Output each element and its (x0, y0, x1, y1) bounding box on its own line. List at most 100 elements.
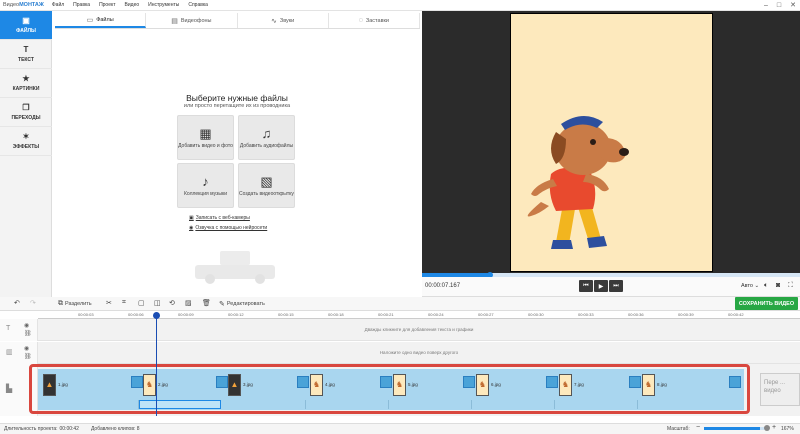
skip-forward-icon: ⏭ (613, 282, 619, 289)
zoom-out-icon[interactable]: − (696, 424, 700, 431)
tab-label: Заставки (365, 17, 389, 24)
menu-help[interactable]: Справка (188, 2, 208, 8)
intro-icon: ◌ (358, 17, 363, 24)
ruler-tick: 00:00:39 (678, 312, 694, 317)
transitions-icon: ❐ (22, 102, 30, 112)
maximize-button[interactable]: □ (777, 1, 781, 10)
redo-icon[interactable]: ↷ (30, 299, 36, 307)
timecode: 00:00:07.167 (425, 283, 461, 289)
sidebar-item-files[interactable]: ▣ ФАЙЛЫ (0, 11, 52, 40)
text-track-hint: Дважды кликните для добавления текста и … (364, 327, 474, 332)
ruler-tick: 00:00:18 (328, 312, 344, 317)
sidebar-item-transitions[interactable]: ❐ ПЕРЕХОДЫ (0, 98, 52, 127)
link-icon[interactable]: ⛓ (24, 330, 32, 337)
text-track[interactable]: Дважды кликните для добавления текста и … (38, 319, 800, 341)
tab-files[interactable]: ▭ Файлы (55, 13, 147, 28)
ruler-tick: 00:00:24 (428, 312, 444, 317)
tab-video-backgrounds[interactable]: ▤ Видеофоны (146, 13, 238, 28)
watermark-illustration (195, 251, 275, 284)
clip-icon[interactable]: ◫ (154, 299, 161, 307)
next-frame-button[interactable]: ⏭ (609, 280, 623, 292)
menu-file[interactable]: Файл (52, 2, 64, 8)
fullscreen-icon[interactable]: ⛶ (788, 282, 793, 290)
volume-icon[interactable]: 🔈︎ (764, 282, 768, 290)
music-collection-button[interactable]: ♪ Коллекция музыки (177, 163, 234, 208)
sidebar-item-effects[interactable]: ✶ ЭФФЕКТЫ (0, 127, 52, 156)
rotate-icon[interactable]: ⟲ (169, 299, 175, 307)
tile-label: Создать видеооткрытку (239, 190, 294, 197)
snapshot-icon[interactable]: ◙ (776, 282, 780, 289)
app-logo: ВидеоМОНТАЖ (3, 2, 44, 8)
folder-icon: ▭ (86, 16, 94, 24)
split-button[interactable]: ⧉ Разделить (58, 300, 92, 308)
close-button[interactable]: ✕ (790, 1, 796, 10)
sidebar-item-text[interactable]: T ТЕКСТ (0, 40, 52, 69)
aspect-value: Авто (741, 283, 753, 289)
skip-back-icon: ⏮ (583, 282, 589, 289)
link-label: Записать с веб-камеры (195, 215, 250, 221)
ruler-tick: 00:00:42 (728, 312, 744, 317)
sidebar-item-label: ПЕРЕХОДЫ (11, 114, 41, 121)
ruler-tick: 00:00:03 (78, 312, 94, 317)
edit-button[interactable]: ✎ Редактировать (219, 300, 265, 308)
title-bar: ВидеоМОНТАЖ Файл Правка Проект Видео Инс… (0, 0, 800, 11)
postcard-icon: ▧ (260, 173, 273, 189)
zoom-in-icon[interactable]: + (772, 424, 776, 431)
zoom-label: Масштаб: (667, 426, 690, 432)
magic-wand-icon: ✶ (22, 131, 30, 141)
status-bar: Длительность проекта: 00:00:42 Добавлено… (0, 423, 800, 434)
sidebar-item-pictures[interactable]: ★ КАРТИНКИ (0, 69, 52, 98)
playhead-handle[interactable] (153, 312, 160, 319)
visibility-icon[interactable]: ◉ (24, 322, 29, 329)
highlight-frame (29, 364, 750, 414)
ruler-tick: 00:00:06 (128, 312, 144, 317)
prev-frame-button[interactable]: ⏮ (579, 280, 593, 292)
play-button[interactable]: ▶ (594, 280, 608, 292)
music-note-icon: ♪ (202, 173, 209, 189)
ruler-tick: 00:00:15 (278, 312, 294, 317)
zoom-slider-handle[interactable] (764, 425, 770, 431)
tab-intros[interactable]: ◌ Заставки (329, 13, 420, 28)
add-audio-button[interactable]: ♫ Добавить аудиофайлы (238, 115, 295, 160)
menu-video[interactable]: Видео (125, 2, 140, 8)
ruler-tick: 00:00:36 (628, 312, 644, 317)
save-video-button[interactable]: СОХРАНИТЬ ВИДЕО (735, 297, 798, 310)
files-panel: Выберите нужные файлы или просто перетащ… (52, 30, 422, 298)
crop-icon[interactable]: ⌗ (122, 299, 126, 307)
delete-icon[interactable]: 🗑︎ (202, 299, 211, 307)
drop-placeholder[interactable]: Пере ... видео (760, 373, 800, 406)
visibility-icon[interactable]: ◉ (24, 345, 29, 352)
audio-file-icon: ♫ (261, 125, 272, 141)
video-preview-canvas[interactable] (510, 13, 713, 272)
link-icon[interactable]: ⛓ (24, 353, 32, 360)
text-track-header: T ◉ ⛓ (0, 319, 38, 341)
tile-label: Добавить видео и фото (178, 142, 233, 149)
tab-label: Файлы (96, 16, 114, 23)
star-icon: ★ (22, 73, 30, 83)
tab-label: Звуки (279, 17, 295, 24)
menu-edit[interactable]: Правка (73, 2, 90, 8)
undo-icon[interactable]: ↶ (14, 299, 20, 307)
ruler-tick: 00:00:21 (378, 312, 394, 317)
frame-icon[interactable]: ▢ (138, 299, 145, 307)
ai-icon: ◉ (189, 225, 194, 231)
overlay-track[interactable]: Наложите одно видео поверх другого (38, 342, 800, 364)
webcam-link[interactable]: ▣ Записать с веб-камеры (189, 215, 250, 221)
tab-sounds[interactable]: ∿ Звуки (238, 13, 329, 28)
ruler-tick: 00:00:09 (178, 312, 194, 317)
image-icon[interactable]: ▨ (185, 299, 192, 307)
tab-label: Видеофоны (180, 17, 212, 24)
menu-tools[interactable]: Инструменты (148, 2, 179, 8)
playhead[interactable] (156, 313, 157, 416)
tile-label: Коллекция музыки (183, 190, 227, 197)
create-postcard-button[interactable]: ▧ Создать видеооткрытку (238, 163, 295, 208)
add-media-button[interactable]: ▦ Добавить видео и фото (177, 115, 234, 160)
sidebar-item-label: ФАЙЛЫ (16, 27, 36, 34)
minimize-button[interactable]: – (764, 1, 768, 10)
zoom-value: 167% (781, 426, 794, 432)
ai-voiceover-link[interactable]: ◉ Озвучка с помощью нейросети (189, 225, 267, 231)
aspect-select[interactable]: Авто ⌄ (741, 283, 759, 289)
add-media-icon: ▦ (199, 125, 212, 141)
menu-project[interactable]: Проект (99, 2, 115, 8)
cut-icon[interactable]: ✂ (106, 299, 112, 307)
